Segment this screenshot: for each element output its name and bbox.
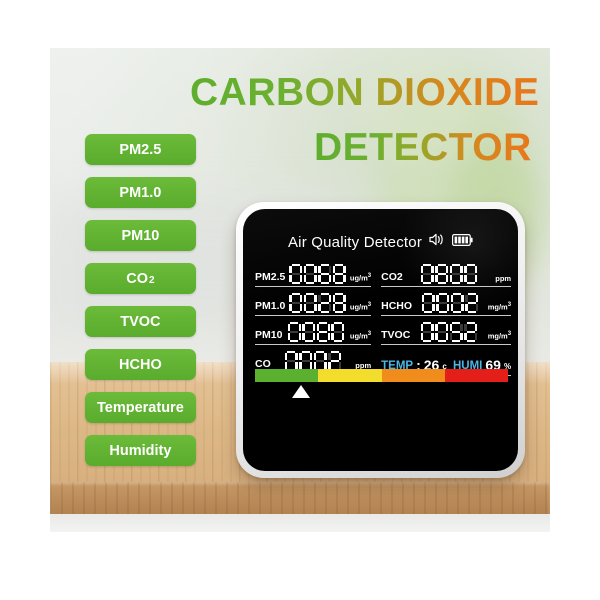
seven-segment-digit — [449, 264, 463, 284]
seven-segment-digit — [464, 264, 478, 284]
feature-badge: HCHO — [85, 349, 196, 380]
feature-badge-subscript: 2 — [148, 275, 155, 286]
feature-badge-label: PM10 — [121, 227, 160, 244]
readout-row: HCHO mg/m3 — [381, 287, 512, 316]
readout-grid: PM2.5 ug/m3 PM1.0 ug/m3 PM10 ug/m3 CO ppm CO2 pp… — [255, 258, 512, 376]
feature-badge-label: Temperature — [97, 399, 184, 416]
readout-value — [414, 322, 483, 343]
seven-segment-digit — [450, 293, 464, 313]
seven-segment-digit — [465, 293, 479, 313]
seven-segment-digit — [316, 322, 330, 342]
air-quality-bar-segment — [444, 369, 508, 382]
feature-badge: CO 2 — [85, 263, 196, 294]
feature-badge: TVOC — [85, 306, 196, 337]
seven-segment-digit — [289, 264, 303, 284]
seven-segment-digit — [303, 264, 317, 284]
seven-segment-digit — [332, 293, 346, 313]
readout-unit: ug/m3 — [349, 273, 372, 283]
readout-row: PM1.0 ug/m3 — [255, 287, 372, 316]
air-quality-bar-segment — [318, 369, 382, 382]
screen-header: Air Quality Detector — [243, 233, 518, 251]
readout-label: PM10 — [255, 328, 283, 341]
seven-segment-digit — [449, 322, 463, 342]
feature-badge: PM1.0 — [85, 177, 196, 208]
readout-unit: mg/m3 — [487, 302, 512, 312]
seven-segment-digit — [420, 264, 434, 284]
seven-segment-digit — [302, 322, 316, 342]
headline-line-2: DETECTOR — [314, 126, 532, 169]
readout-unit: ug/m3 — [349, 331, 372, 341]
seven-segment-digit — [436, 293, 450, 313]
seven-segment-digit — [435, 264, 449, 284]
seven-segment-digit — [332, 264, 346, 284]
readout-label: HCHO — [381, 299, 413, 312]
seven-segment-digit — [318, 293, 332, 313]
feature-badge-label: Humidity — [109, 442, 172, 459]
readout-label: CO2 — [381, 270, 403, 283]
readout-value — [286, 322, 345, 343]
readout-row: TVOC mg/m3 — [381, 316, 512, 345]
wood-table-edge — [50, 482, 550, 514]
seven-segment-digit — [331, 322, 345, 342]
readout-unit: ug/m3 — [349, 302, 372, 312]
feature-badge-label: HCHO — [119, 356, 162, 373]
readout-row: PM10 ug/m3 — [255, 316, 372, 345]
seven-segment-digit — [299, 351, 313, 371]
readout-row: CO2 ppm — [381, 258, 512, 287]
readout-value — [289, 293, 346, 314]
seven-segment-digit — [464, 322, 478, 342]
seven-segment-digit — [303, 293, 317, 313]
seven-segment-digit — [328, 351, 342, 371]
seven-segment-digit — [287, 322, 301, 342]
readout-label: TVOC — [381, 328, 411, 341]
feature-badge: Humidity — [85, 435, 196, 466]
readout-unit: ppm — [495, 273, 512, 283]
background-lower — [50, 514, 550, 532]
readout-value — [289, 264, 346, 285]
air-quality-bar-segment — [255, 369, 319, 382]
feature-badge-label: TVOC — [120, 313, 161, 330]
seven-segment-digit — [313, 351, 327, 371]
product-image: CARBON DIOXIDE DETECTOR PM2.5 PM1.0 PM10 CO… — [0, 0, 600, 600]
readout-row: PM2.5 ug/m3 — [255, 258, 372, 287]
feature-badge-list: PM2.5 PM1.0 PM10 CO 2 TVOC HCHO Temperature Humi… — [85, 134, 196, 466]
seven-segment-digit — [420, 322, 434, 342]
feature-badge: PM2.5 — [85, 134, 196, 165]
readout-label: PM1.0 — [255, 299, 286, 312]
readout-value — [407, 264, 492, 285]
air-quality-bar-segment — [381, 369, 445, 382]
speaker-icon — [429, 233, 445, 251]
detector-device: Air Quality Detector PM2.5 ug/m3 PM1.0 u… — [236, 202, 525, 478]
readout-value — [416, 293, 484, 314]
air-quality-bar — [255, 369, 508, 382]
seven-segment-digit — [284, 351, 298, 371]
feature-badge-label: PM2.5 — [119, 141, 162, 158]
readout-unit: mg/m3 — [487, 331, 512, 341]
seven-segment-digit — [435, 322, 449, 342]
photo-plate: CARBON DIOXIDE DETECTOR PM2.5 PM1.0 PM10 CO… — [50, 48, 550, 532]
seven-segment-digit — [421, 293, 435, 313]
feature-badge: PM10 — [85, 220, 196, 251]
headline-line-1: CARBON DIOXIDE — [190, 71, 540, 114]
feature-badge-label: CO — [126, 270, 148, 287]
feature-badge: Temperature — [85, 392, 196, 423]
readout-column-left: PM2.5 ug/m3 PM1.0 ug/m3 PM10 ug/m3 CO ppm — [255, 258, 372, 376]
readout-column-right: CO2 ppm HCHO mg/m3 TVOC mg/m3 TEMP:26 c HUMI 69% — [381, 258, 512, 376]
seven-segment-digit — [289, 293, 303, 313]
seven-segment-digit — [318, 264, 332, 284]
feature-badge-label: PM1.0 — [119, 184, 162, 201]
device-screen: Air Quality Detector PM2.5 ug/m3 PM1.0 u… — [243, 209, 518, 471]
battery-icon — [452, 233, 473, 251]
readout-label: PM2.5 — [255, 270, 286, 283]
air-quality-pointer-track — [255, 385, 508, 401]
air-quality-pointer-icon — [291, 385, 310, 398]
screen-title: Air Quality Detector — [287, 233, 423, 251]
